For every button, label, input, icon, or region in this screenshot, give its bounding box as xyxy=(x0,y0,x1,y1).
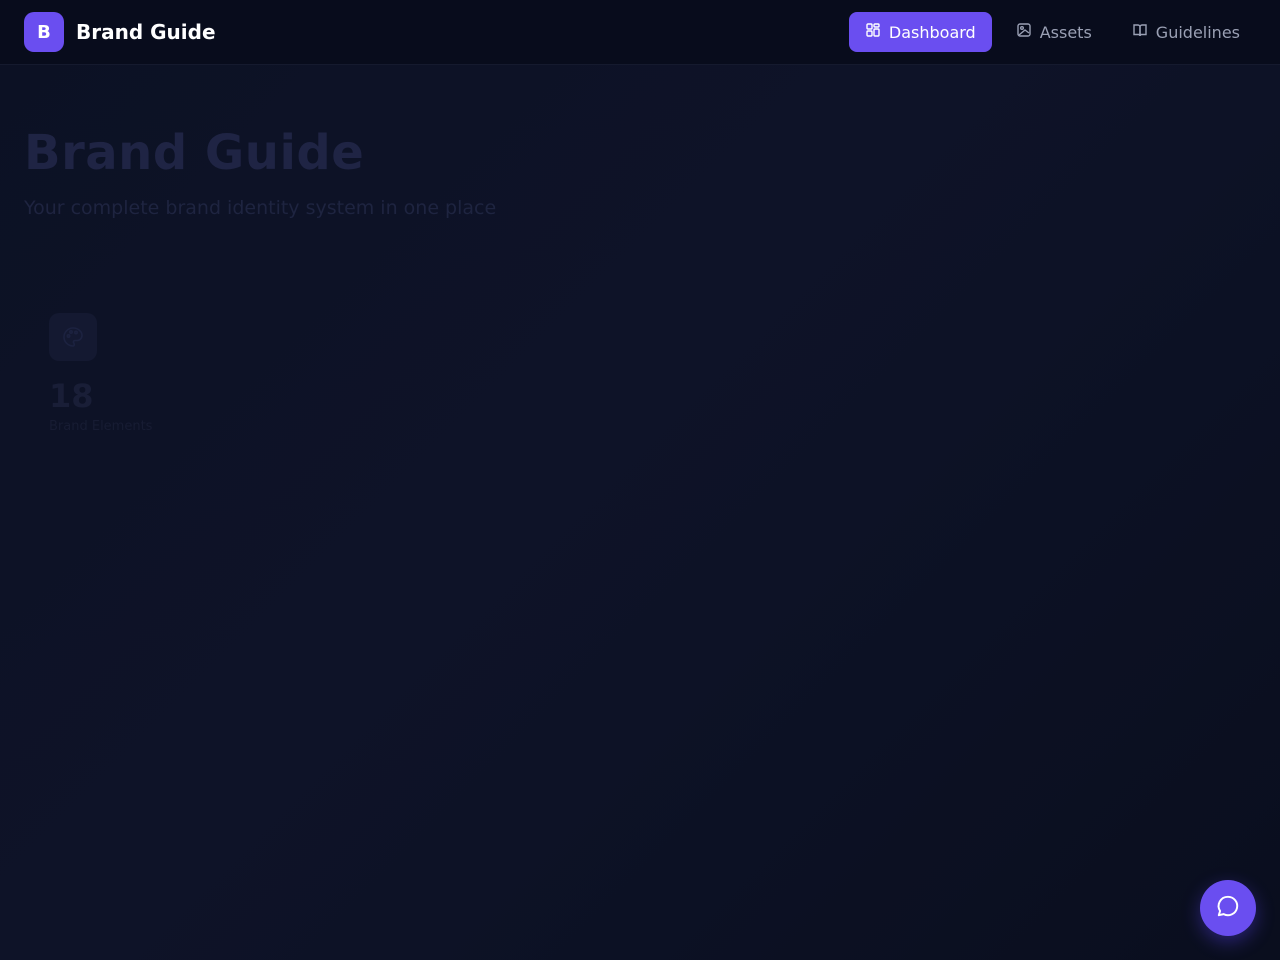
stat-label: Brand Elements xyxy=(49,419,153,434)
brand-logo: B xyxy=(24,12,64,52)
page-subtitle: Your complete brand identity system in o… xyxy=(24,197,497,219)
book-open-icon xyxy=(1132,22,1148,42)
main-nav: Dashboard Assets Guidelines xyxy=(848,12,1256,52)
nav-dashboard[interactable]: Dashboard xyxy=(848,12,992,52)
nav-guidelines-label: Guidelines xyxy=(1155,22,1240,42)
top-navigation-bar: B Brand Guide Dashboard Assets Guideline… xyxy=(0,0,1280,65)
brand-name: Brand Guide xyxy=(76,20,216,44)
nav-assets-label: Assets xyxy=(1039,22,1092,42)
chat-bubble-icon xyxy=(1215,893,1241,923)
stat-value: 18 xyxy=(49,377,94,415)
palette-icon xyxy=(49,313,97,361)
nav-dashboard-label: Dashboard xyxy=(888,22,976,42)
stat-card-brand-elements: 18 Brand Elements xyxy=(49,313,152,434)
page-title: Brand Guide xyxy=(24,125,365,181)
nav-guidelines[interactable]: Guidelines xyxy=(1116,12,1256,52)
brand[interactable]: B Brand Guide xyxy=(24,12,216,52)
dashboard-grid-icon xyxy=(865,22,881,42)
image-icon xyxy=(1016,22,1032,42)
chat-button[interactable] xyxy=(1200,880,1256,936)
hero-section: Brand Guide Your complete brand identity… xyxy=(24,125,496,219)
nav-assets[interactable]: Assets xyxy=(1000,12,1108,52)
